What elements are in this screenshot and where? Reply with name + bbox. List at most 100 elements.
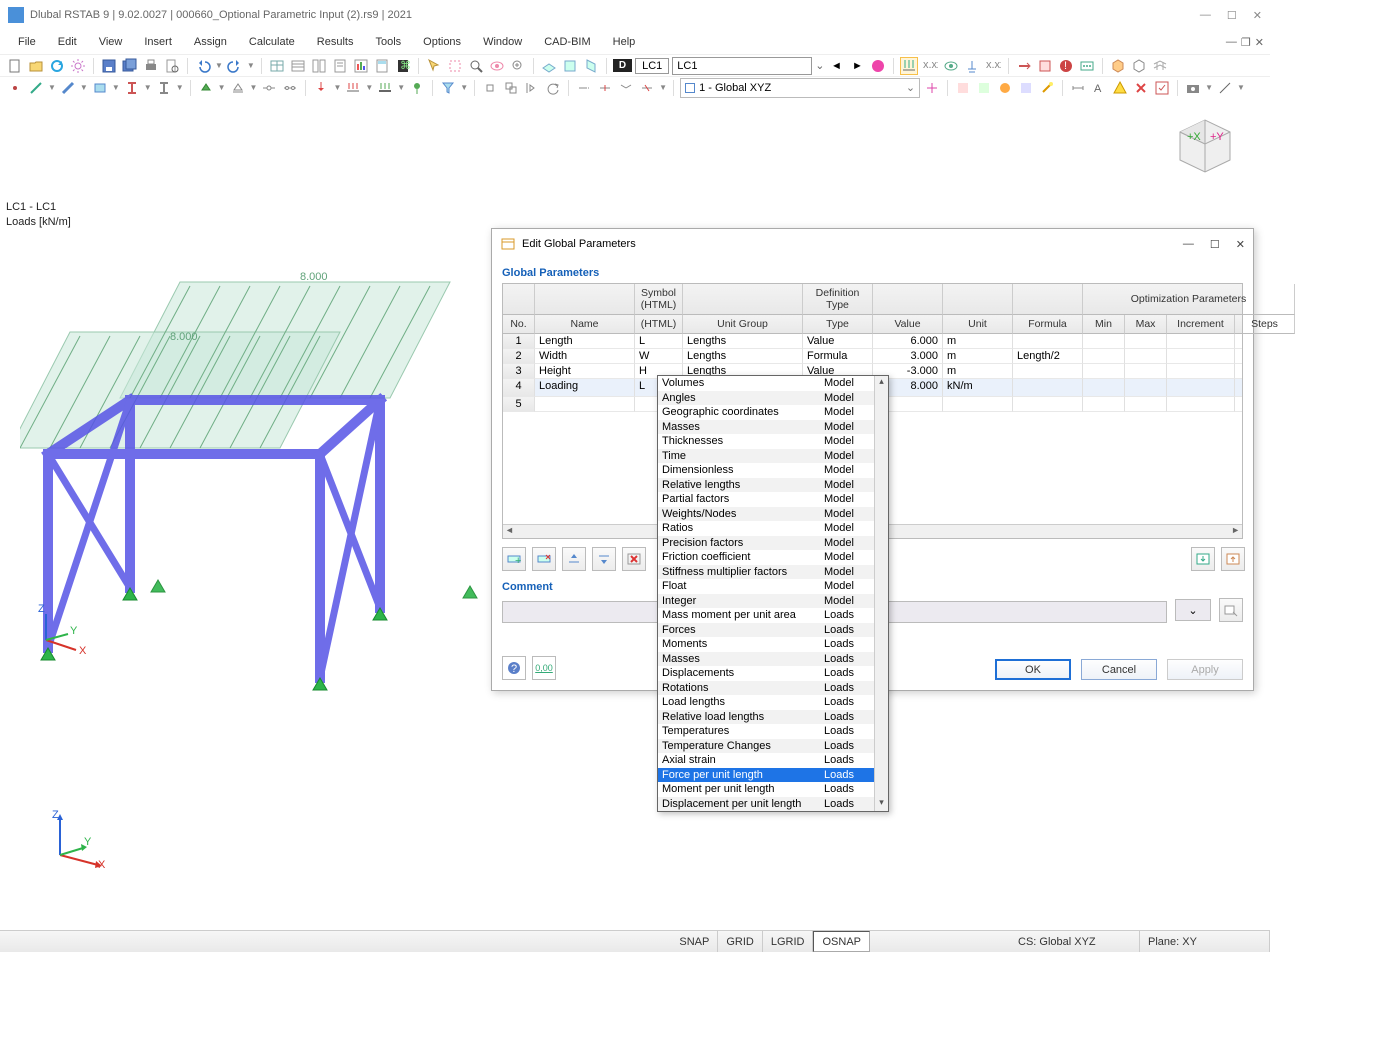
box3d-icon[interactable] <box>1109 57 1127 75</box>
table-icon[interactable] <box>268 57 286 75</box>
check-box-icon[interactable] <box>1153 79 1171 97</box>
dlg-close-icon[interactable]: ✕ <box>1236 238 1245 251</box>
dropdown-item[interactable]: Stiffness multiplier factorsModel <box>658 565 874 580</box>
cancel-button[interactable]: Cancel <box>1081 659 1157 680</box>
dropdown-item[interactable]: DimensionlessModel <box>658 463 874 478</box>
tb-b[interactable] <box>975 79 993 97</box>
dd6[interactable]: ▼ <box>218 83 226 92</box>
dropdown-item[interactable]: Precision factorsModel <box>658 536 874 551</box>
menu-calculate[interactable]: Calculate <box>239 33 305 51</box>
dd14[interactable]: ▼ <box>1237 83 1245 92</box>
col-no[interactable]: No. <box>503 315 535 334</box>
table-row[interactable]: 1LengthLLengthsValue6.000m <box>503 334 1242 349</box>
unit-group-dropdown[interactable]: VolumesModelAnglesModelGeographic coordi… <box>657 375 889 812</box>
comment-pick-button[interactable] <box>1219 598 1243 622</box>
dropdown-item[interactable]: FloatModel <box>658 579 874 594</box>
trim-icon[interactable] <box>638 79 656 97</box>
dd2[interactable]: ▼ <box>80 83 88 92</box>
member-check-icon[interactable] <box>1015 57 1033 75</box>
dropdown-scrollbar[interactable]: ▴▾ <box>874 376 888 811</box>
lc-code[interactable]: LC1 <box>635 58 669 74</box>
lc-next-icon[interactable]: ► <box>848 57 866 75</box>
dropdown-item[interactable]: MassesModel <box>658 420 874 435</box>
dd11[interactable]: ▼ <box>460 83 468 92</box>
cs-combo[interactable]: 1 - Global XYZ ⌄ <box>680 78 920 98</box>
dd4[interactable]: ▼ <box>144 83 152 92</box>
dropdown-item[interactable]: TemperaturesLoads <box>658 724 874 739</box>
minimize-icon[interactable]: — <box>1200 9 1211 22</box>
dropdown-item[interactable]: Weights/NodesModel <box>658 507 874 522</box>
divide-icon[interactable] <box>596 79 614 97</box>
workplane-xz-icon[interactable] <box>561 57 579 75</box>
show-support-icon[interactable] <box>963 57 981 75</box>
dropdown-item[interactable]: Moment per unit lengthLoads <box>658 782 874 797</box>
nav-icon[interactable] <box>310 57 328 75</box>
dd7[interactable]: ▼ <box>250 83 258 92</box>
close-icon[interactable]: ✕ <box>1253 9 1262 22</box>
col-name[interactable]: Name <box>535 315 635 334</box>
member-icon[interactable] <box>59 79 77 97</box>
copy-icon[interactable] <box>502 79 520 97</box>
menu-window[interactable]: Window <box>473 33 532 51</box>
new-icon[interactable] <box>6 57 24 75</box>
dd10[interactable]: ▼ <box>397 83 405 92</box>
menu-assign[interactable]: Assign <box>184 33 237 51</box>
support-icon[interactable] <box>197 79 215 97</box>
table2-icon[interactable] <box>289 57 307 75</box>
show-all-icon[interactable] <box>942 57 960 75</box>
surface-check-icon[interactable] <box>1036 57 1054 75</box>
delete-all-button[interactable] <box>622 547 646 571</box>
zoom-icon[interactable] <box>509 57 527 75</box>
col-min[interactable]: Min <box>1083 315 1125 334</box>
col-opt-group[interactable]: Optimization Parameters <box>1083 284 1295 315</box>
cs-edit-icon[interactable] <box>923 79 941 97</box>
measure-icon[interactable] <box>1216 79 1234 97</box>
support2-icon[interactable] <box>229 79 247 97</box>
dd5[interactable]: ▼ <box>176 83 184 92</box>
dropdown-item[interactable]: Relative lengthsModel <box>658 478 874 493</box>
lc-prev-icon[interactable]: ◄ <box>827 57 845 75</box>
print-icon[interactable] <box>142 57 160 75</box>
chevron-down-icon[interactable]: ⌄ <box>906 81 915 94</box>
table-row[interactable]: 2WidthWLengthsFormula3.000mLength/2 <box>503 349 1242 364</box>
menu-file[interactable]: File <box>8 33 46 51</box>
combo-chevron-icon[interactable]: ⌄ <box>815 59 824 72</box>
status-osnap[interactable]: OSNAP <box>813 931 870 952</box>
dim-icon[interactable] <box>1069 79 1087 97</box>
menu-edit[interactable]: Edit <box>48 33 87 51</box>
results-nav-icon[interactable] <box>352 57 370 75</box>
hinge2-icon[interactable] <box>281 79 299 97</box>
text-icon[interactable]: A <box>1090 79 1108 97</box>
mirror-icon[interactable] <box>523 79 541 97</box>
report-icon[interactable] <box>331 57 349 75</box>
dropdown-item[interactable]: Mass moment per unit areaLoads <box>658 608 874 623</box>
dd8[interactable]: ▼ <box>333 83 341 92</box>
load-imposed-icon[interactable] <box>408 79 426 97</box>
select-arrow-icon[interactable] <box>425 57 443 75</box>
filter-icon[interactable] <box>439 79 457 97</box>
col-formula[interactable]: Formula <box>1013 315 1083 334</box>
dropdown-item[interactable]: DisplacementsLoads <box>658 666 874 681</box>
select-rect-icon[interactable] <box>446 57 464 75</box>
menu-view[interactable]: View <box>89 33 133 51</box>
status-snap[interactable]: SNAP <box>671 931 718 952</box>
menu-help[interactable]: Help <box>603 33 646 51</box>
show-deform-icon[interactable]: x.xx <box>984 57 1002 75</box>
dropdown-item[interactable]: ForcesLoads <box>658 623 874 638</box>
save-all-icon[interactable] <box>121 57 139 75</box>
load-member-icon[interactable] <box>376 79 394 97</box>
dd9[interactable]: ▼ <box>365 83 373 92</box>
col-value[interactable]: Value <box>873 315 943 334</box>
move-down-button[interactable] <box>592 547 616 571</box>
error-icon[interactable]: ! <box>1057 57 1075 75</box>
undo-icon[interactable] <box>194 57 212 75</box>
calc-icon[interactable] <box>373 57 391 75</box>
ok-button[interactable]: OK <box>995 659 1071 680</box>
dropdown-item[interactable]: Force per unit lengthLoads <box>658 768 874 783</box>
move-icon[interactable] <box>481 79 499 97</box>
col-inc[interactable]: Increment <box>1167 315 1235 334</box>
undo-dropdown-icon[interactable]: ▼ <box>215 61 223 70</box>
dropdown-item[interactable]: Displacement per unit lengthLoads <box>658 797 874 812</box>
dd13[interactable]: ▼ <box>1205 83 1213 92</box>
dropdown-item[interactable]: AnglesModel <box>658 391 874 406</box>
